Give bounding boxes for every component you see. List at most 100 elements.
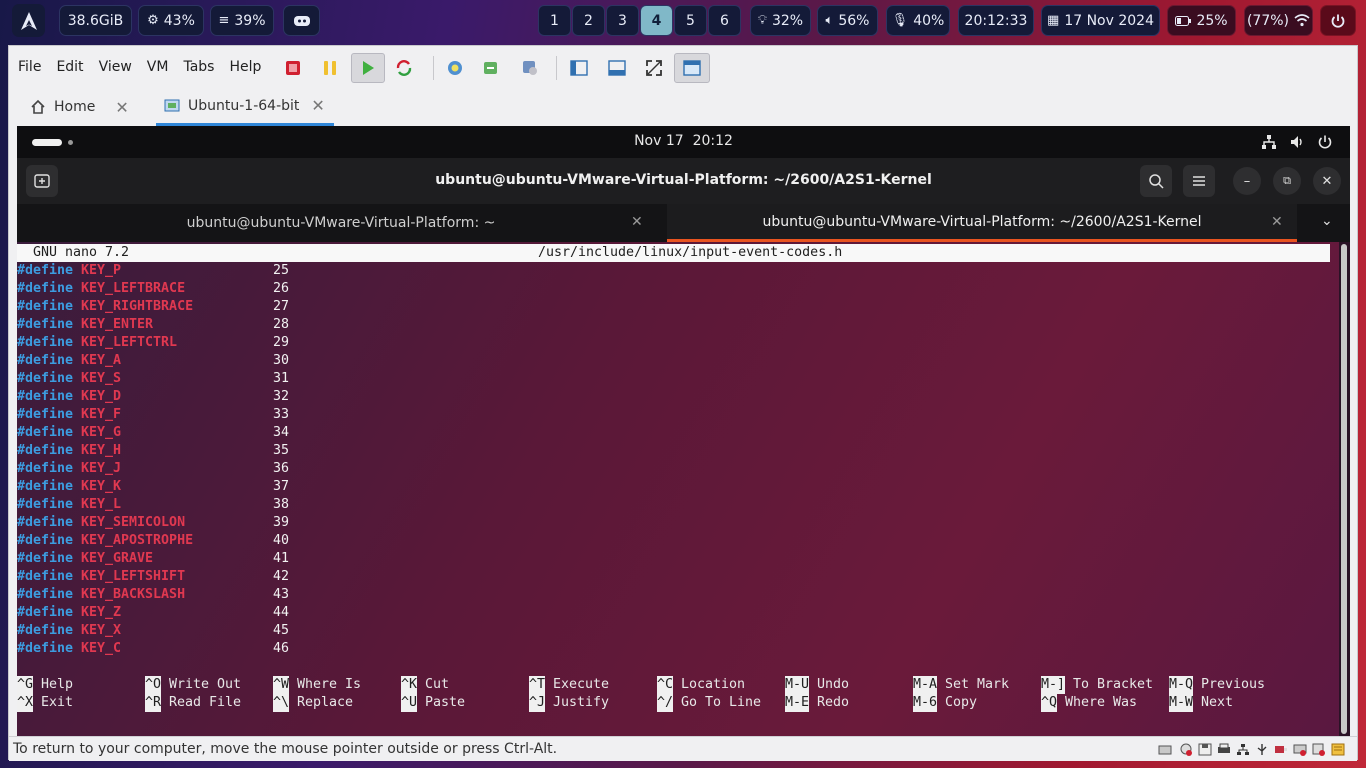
define-keyword: #define [17,407,74,422]
define-keyword: #define [17,389,74,404]
cdrom-disconnected-icon[interactable] [1179,743,1193,756]
macro-value: 43 [273,587,290,602]
message-log-icon[interactable] [1331,743,1345,756]
thumbnail-bar-button[interactable] [602,53,632,83]
revert-snapshot-button[interactable] [476,53,506,83]
wifi-indicator[interactable]: (77%) [1244,5,1313,36]
menu-tabs[interactable]: Tabs [183,59,214,75]
floppy-icon[interactable] [1198,743,1212,756]
workspace-2[interactable]: 2 [572,5,605,36]
power-on-button[interactable] [351,53,385,83]
close-icon[interactable]: ✕ [115,98,128,117]
shortcut-key: M-6 [913,694,938,712]
nano-version: GNU nano 7.2 [33,245,130,260]
macro-name: KEY_SEMICOLON [81,515,186,530]
fullscreen-button[interactable] [639,53,669,83]
shortcut-label: To Bracket [1073,677,1154,692]
cpu-value: 43% [163,12,195,29]
menu-edit[interactable]: Edit [56,59,83,75]
memory-usage[interactable]: 38.6GiB [59,5,132,36]
shortcut-label: Undo [817,677,850,692]
snapshot-button[interactable] [440,53,470,83]
menu-vm[interactable]: VM [147,59,169,75]
suspend-button[interactable] [315,53,345,83]
workspace-4[interactable]: 4 [640,5,673,36]
terminal-scrollbar[interactable] [1341,244,1347,734]
microphone-icon: 🎙︎ [891,13,909,28]
terminal-tab-home[interactable]: ubuntu@ubuntu-VMware-Virtual-Platform: ~ [17,204,665,242]
network-adapter-icon[interactable] [1236,743,1250,756]
macro-value: 29 [273,335,290,350]
usb-icon[interactable] [1255,743,1269,756]
vmware-status-bar: To return to your computer, move the mou… [9,736,1357,761]
macro-value: 25 [273,263,290,278]
close-button[interactable]: ✕ [1313,167,1341,195]
terminal-tab-kernel[interactable]: ubuntu@ubuntu-VMware-Virtual-Platform: ~… [667,204,1297,242]
printer-icon[interactable] [1217,743,1231,756]
network-icon[interactable] [1261,134,1277,150]
tab-ubuntu[interactable]: Ubuntu-1-64-bit ✕ [156,88,334,126]
menu-help[interactable]: Help [229,59,261,75]
unity-button[interactable] [674,53,710,83]
terminal-tab-label: ubuntu@ubuntu-VMware-Virtual-Platform: ~… [762,213,1202,230]
bluetooth-disconnected-icon[interactable] [1312,743,1326,756]
discord-icon [293,15,310,26]
macro-value: 26 [273,281,290,296]
minimize-icon: – [1243,173,1251,189]
macro-value: 27 [273,299,290,314]
power-icon[interactable] [1317,134,1333,150]
maximize-button[interactable]: ⧉ [1273,167,1301,195]
power-button[interactable] [1320,5,1356,36]
sound-card-icon[interactable] [1274,743,1288,756]
mic-indicator[interactable]: 🎙︎ 40% [886,5,950,36]
guest-display[interactable]: Nov 17 20:12 ubuntu@ubuntu-VMware-Virtua… [17,126,1350,736]
workspace-3[interactable]: 3 [606,5,639,36]
snapshot-manager-icon [523,61,537,75]
workspace-5[interactable]: 5 [674,5,707,36]
tab-home-label: Home [54,99,96,115]
macro-name: KEY_G [81,425,122,440]
menu-button[interactable] [1183,165,1215,197]
volume-indicator[interactable]: 🔈︎ 56% [817,5,878,36]
clock[interactable]: 20:12:33 [958,5,1034,36]
sidebar-icon [570,60,588,76]
nano-editor[interactable]: GNU nano 7.2 /usr/include/linux/input-ev… [17,242,1339,736]
discord-button[interactable] [283,5,320,36]
shortcut-label: Where Is [297,677,362,692]
macro-name: KEY_APOSTROPHE [81,533,194,548]
workspace-6[interactable]: 6 [708,5,741,36]
macro-name: KEY_P [81,263,122,278]
hdd-icon[interactable] [1158,743,1172,756]
search-button[interactable] [1140,165,1172,197]
snapshot-manager-button[interactable] [515,53,545,83]
define-keyword: #define [17,533,74,548]
code-line: #define KEY_A 30 [17,352,289,370]
battery-indicator[interactable]: 25% [1167,5,1236,36]
define-keyword: #define [17,551,74,566]
date[interactable]: ▦ 17 Nov 2024 [1041,5,1160,36]
mem-percent[interactable]: ≡ 39% [210,5,274,36]
display-disconnected-icon[interactable] [1293,743,1307,756]
menu-file[interactable]: File [18,59,41,75]
define-keyword: #define [17,461,74,476]
tab-home[interactable]: Home ✕ [22,88,137,126]
show-library-button[interactable] [564,53,594,83]
close-icon[interactable]: ✕ [1271,214,1283,230]
reset-button[interactable] [389,53,419,83]
arch-logo-icon[interactable] [12,4,45,37]
macro-value: 37 [273,479,290,494]
define-keyword: #define [17,263,74,278]
workspace-1[interactable]: 1 [538,5,571,36]
menu-view[interactable]: View [99,59,132,75]
gnome-clock[interactable]: Nov 17 20:12 [17,133,1350,149]
close-icon[interactable]: ✕ [311,96,324,115]
volume-icon[interactable] [1289,134,1305,150]
power-off-button[interactable] [278,53,308,83]
chevron-down-icon[interactable]: ⌄ [1321,213,1333,229]
cpu-usage[interactable]: ⚙ 43% [138,5,204,36]
console-view-icon [683,60,701,76]
minimize-button[interactable]: – [1233,167,1261,195]
define-keyword: #define [17,605,74,620]
brightness-indicator[interactable]: 💡︎ 32% [750,5,811,36]
close-icon[interactable]: ✕ [631,214,643,230]
